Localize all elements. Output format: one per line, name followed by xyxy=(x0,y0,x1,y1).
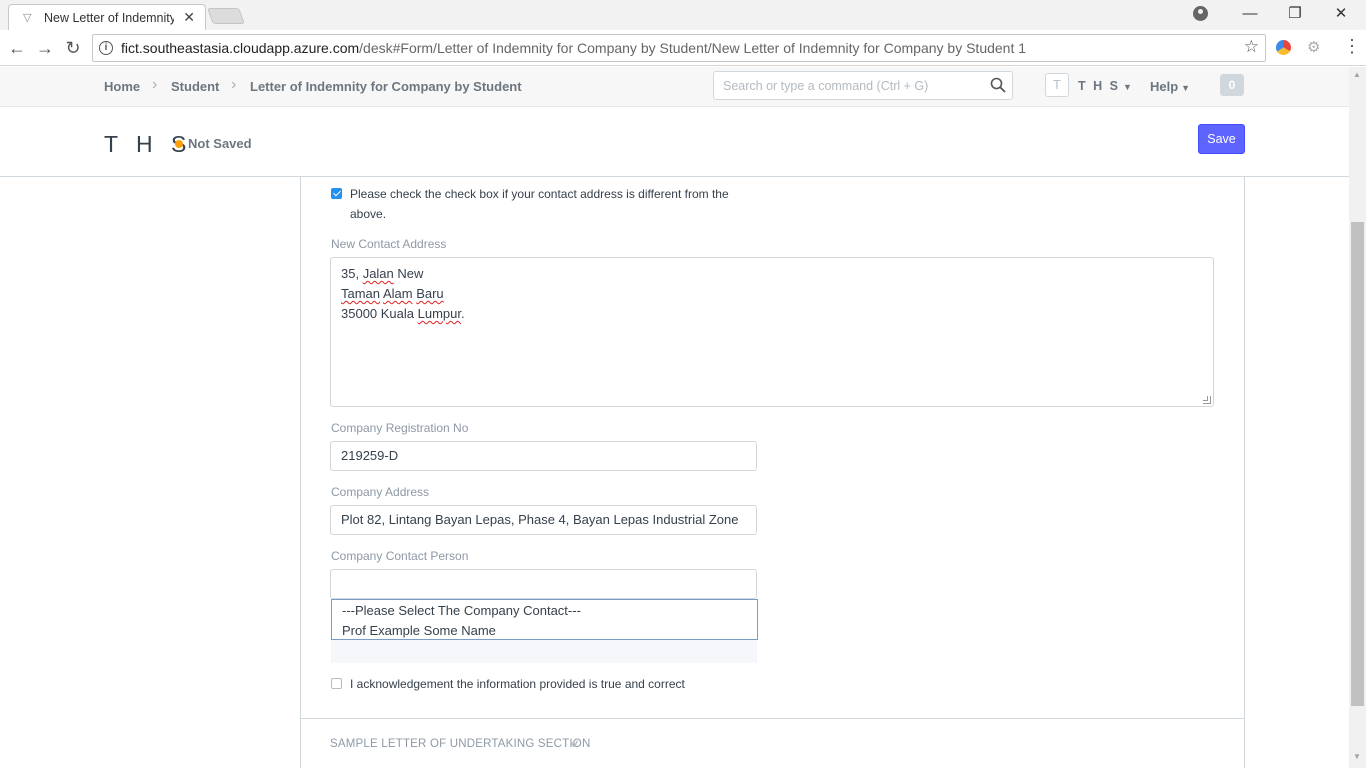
breadcrumb-home[interactable]: Home xyxy=(104,79,140,94)
scrollbar-thumb[interactable] xyxy=(1351,222,1364,706)
acknowledgement-label: I acknowledgement the information provid… xyxy=(350,677,685,691)
address-line-2: Taman Alam Baru xyxy=(341,286,444,301)
extension-icon[interactable] xyxy=(1276,40,1291,55)
breadcrumb-student[interactable]: Student xyxy=(171,79,219,94)
address-bar[interactable]: i fict.southeastasia.cloudapp.azure.com/… xyxy=(92,34,1266,62)
url-text: fict.southeastasia.cloudapp.azure.com/de… xyxy=(121,40,1027,56)
company-contact-person-label: Company Contact Person xyxy=(331,549,469,563)
address-line-3: 35000 Kuala Lumpur. xyxy=(341,306,465,321)
search-placeholder: Search or type a command (Ctrl + G) xyxy=(723,79,929,93)
tab-title: New Letter of Indemnity xyxy=(44,11,174,25)
acknowledgement-checkbox[interactable] xyxy=(331,678,342,689)
favicon-icon: ▽ xyxy=(23,12,32,24)
avatar[interactable]: T xyxy=(1045,73,1069,97)
user-menu[interactable]: T H S ▼ xyxy=(1078,79,1132,93)
profile-icon[interactable] xyxy=(1193,6,1208,21)
extension-gear-icon[interactable]: ⚙ xyxy=(1307,40,1323,56)
caret-down-icon: ▼ xyxy=(1122,82,1132,92)
dropdown-option[interactable]: Prof Example Some Name xyxy=(342,623,496,638)
company-registration-input[interactable]: 219259-D xyxy=(330,441,757,471)
different-address-label: Please check the check box if your conta… xyxy=(350,187,729,201)
save-button[interactable]: Save xyxy=(1198,124,1245,154)
different-address-checkbox[interactable] xyxy=(331,188,342,199)
forward-arrow-icon[interactable]: → xyxy=(33,36,57,60)
company-registration-label: Company Registration No xyxy=(331,421,469,435)
browser-menu-icon[interactable]: ⋮ xyxy=(1343,36,1361,56)
section-heading[interactable]: SAMPLE LETTER OF UNDERTAKING SECTION xyxy=(330,738,590,750)
browser-tab[interactable]: ▽ New Letter of Indemnity ✕ xyxy=(8,4,206,30)
field-help-area xyxy=(331,640,757,663)
reload-icon[interactable]: ↻ xyxy=(61,36,85,60)
caret-down-icon: ▼ xyxy=(1181,83,1191,93)
scroll-up-arrow-icon[interactable]: ▲ xyxy=(1353,70,1361,79)
address-line-1: 35, Jalan New xyxy=(341,266,424,281)
back-arrow-icon[interactable]: ← xyxy=(5,36,29,60)
scroll-down-arrow-icon[interactable]: ▼ xyxy=(1353,752,1361,761)
new-contact-address-textarea[interactable]: 35, Jalan New Taman Alam Baru 35000 Kual… xyxy=(330,257,1214,407)
browser-tabstrip: ▽ New Letter of Indemnity ✕ — ❐ ✕ xyxy=(0,0,1366,30)
company-contact-dropdown: ---Please Select The Company Contact--- … xyxy=(331,599,758,640)
resize-handle-icon[interactable] xyxy=(1203,396,1211,404)
window-close-button[interactable]: ✕ xyxy=(1326,3,1356,25)
company-address-input[interactable]: Plot 82, Lintang Bayan Lepas, Phase 4, B… xyxy=(330,505,757,535)
chevron-down-icon[interactable]: ∨ xyxy=(568,737,581,750)
search-icon[interactable] xyxy=(990,77,1006,93)
new-contact-address-label: New Contact Address xyxy=(331,237,447,251)
different-address-label-cont: above. xyxy=(350,207,387,221)
dropdown-option[interactable]: ---Please Select The Company Contact--- xyxy=(342,603,581,618)
restore-button[interactable]: ❐ xyxy=(1280,3,1310,25)
chevron-right-icon: › xyxy=(231,76,237,93)
notification-badge[interactable]: 0 xyxy=(1220,74,1244,96)
status-indicator-dot xyxy=(175,140,183,148)
browser-toolbar: ← → ↻ i fict.southeastasia.cloudapp.azur… xyxy=(0,30,1366,66)
breadcrumb-doctype[interactable]: Letter of Indemnity for Company by Stude… xyxy=(250,79,522,94)
new-tab-button[interactable] xyxy=(207,8,245,24)
status-badge: Not Saved xyxy=(188,136,252,151)
awesomebar-search[interactable]: Search or type a command (Ctrl + G) xyxy=(713,71,1013,100)
company-contact-person-select[interactable] xyxy=(330,569,757,599)
minimize-button[interactable]: — xyxy=(1235,3,1265,25)
page-head: T H S Not Saved Save xyxy=(0,108,1349,177)
company-address-label: Company Address xyxy=(331,485,430,499)
info-icon[interactable]: i xyxy=(99,41,113,55)
section-divider xyxy=(301,718,1244,719)
app-navbar: Home › Student › Letter of Indemnity for… xyxy=(0,67,1349,107)
close-tab-icon[interactable]: ✕ xyxy=(183,9,195,25)
bookmark-star-icon[interactable]: ☆ xyxy=(1244,37,1259,57)
help-menu[interactable]: Help ▼ xyxy=(1150,79,1190,94)
chevron-right-icon: › xyxy=(152,76,158,93)
